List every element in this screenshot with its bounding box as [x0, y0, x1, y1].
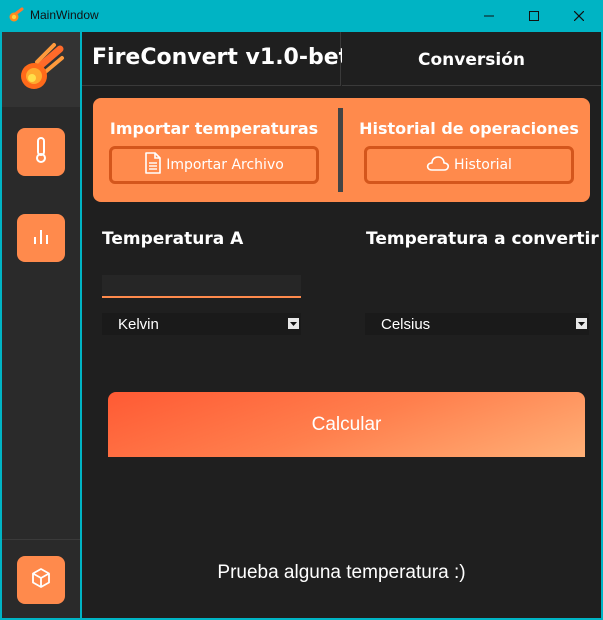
history-label: Historial — [454, 157, 512, 173]
app-header: FireConvert v1.0-beta — [82, 32, 364, 86]
source-unit-value: Kelvin — [118, 316, 159, 333]
document-icon — [144, 152, 162, 178]
window-title: MainWindow — [30, 8, 99, 22]
section-header: Conversión — [342, 32, 601, 86]
calculate-button[interactable]: Calcular — [108, 392, 585, 457]
card-divider — [338, 108, 343, 192]
history-button[interactable]: Historial — [364, 146, 574, 184]
import-heading: Importar temperaturas — [109, 119, 319, 138]
sidebar-divider — [2, 539, 80, 540]
import-file-label: Importar Archivo — [166, 157, 284, 173]
maximize-button[interactable] — [511, 0, 557, 31]
temperature-input[interactable] — [102, 275, 301, 298]
sidebar-item-about[interactable] — [17, 556, 65, 604]
history-heading: Historial de operaciones — [359, 119, 579, 138]
import-file-button[interactable]: Importar Archivo — [109, 146, 319, 184]
import-section: Importar temperaturas Importar Archivo — [93, 98, 335, 202]
minimize-button[interactable] — [466, 0, 512, 31]
target-unit-select[interactable]: Celsius — [365, 313, 589, 335]
main-window: MainWindow FireConvert v1.0-beta Convers… — [0, 0, 603, 620]
target-temperature-label: Temperatura a convertir — [366, 229, 599, 249]
chevron-down-icon — [288, 318, 299, 329]
bar-chart-icon — [29, 224, 53, 252]
main-panel: FireConvert v1.0-beta Conversión Importa… — [82, 32, 601, 618]
page-title: Conversión — [418, 50, 525, 70]
source-temperature-label: Temperatura A — [102, 229, 244, 249]
cloud-icon — [426, 155, 450, 175]
thermometer-icon — [29, 136, 53, 168]
history-section: Historial de operaciones Historial — [348, 98, 590, 202]
sidebar-item-temperature[interactable] — [17, 128, 65, 176]
target-unit-value: Celsius — [381, 316, 431, 333]
sidebar-item-statistics[interactable] — [17, 214, 65, 262]
source-unit-select[interactable]: Kelvin — [102, 313, 301, 335]
cube-icon — [29, 566, 53, 594]
status-message: Prueba alguna temperatura :) — [217, 562, 466, 583]
fire-app-icon — [8, 7, 24, 23]
sidebar — [2, 32, 80, 618]
chevron-down-icon — [576, 318, 587, 329]
title-bar[interactable]: MainWindow — [0, 0, 603, 31]
close-button[interactable] — [556, 0, 602, 31]
app-title: FireConvert v1.0-beta — [92, 45, 365, 70]
logo — [2, 32, 80, 107]
actions-card: Importar temperaturas Importar Archivo H… — [93, 98, 590, 202]
